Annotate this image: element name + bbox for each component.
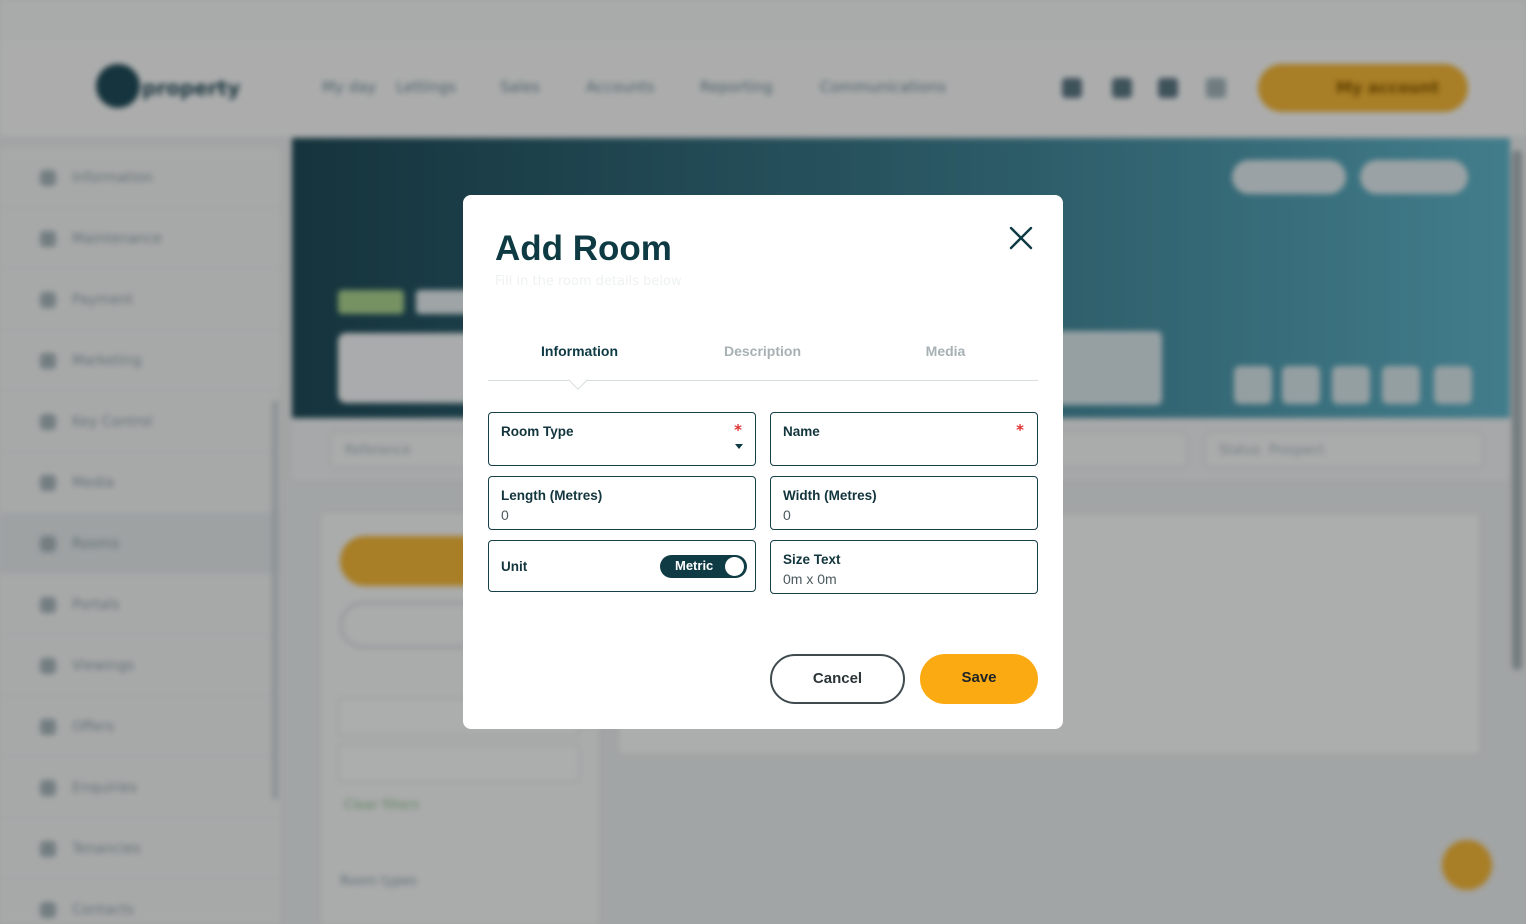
unit-field: Unit Metric xyxy=(488,540,756,592)
name-label: Name xyxy=(783,424,820,439)
required-marker: * xyxy=(734,421,742,439)
width-field[interactable]: Width (Metres) 0 xyxy=(770,476,1038,530)
tab-description[interactable]: Description xyxy=(671,343,854,359)
modal-subtitle: Fill in the room details below xyxy=(495,274,682,289)
name-field[interactable]: Name * xyxy=(770,412,1038,466)
size-text-value: 0m x 0m xyxy=(783,571,837,587)
room-type-select[interactable]: Room Type * xyxy=(488,412,756,466)
tab-information[interactable]: Information xyxy=(488,343,671,359)
width-value: 0 xyxy=(783,507,791,523)
close-icon[interactable] xyxy=(1006,223,1036,253)
size-text-label: Size Text xyxy=(783,552,841,567)
length-label: Length (Metres) xyxy=(501,488,603,503)
modal-tabs: Information Description Media xyxy=(488,331,1038,390)
add-room-modal: Add Room Fill in the room details below … xyxy=(463,195,1063,729)
save-button[interactable]: Save xyxy=(920,654,1038,704)
chevron-down-icon xyxy=(735,444,743,449)
room-type-label: Room Type xyxy=(501,424,574,439)
width-label: Width (Metres) xyxy=(783,488,877,503)
unit-toggle-label: Metric xyxy=(675,558,714,573)
unit-label: Unit xyxy=(501,559,528,574)
cancel-button[interactable]: Cancel xyxy=(770,654,905,704)
size-text-field[interactable]: Size Text 0m x 0m xyxy=(770,540,1038,594)
modal-title: Add Room xyxy=(495,229,672,268)
tab-media[interactable]: Media xyxy=(854,343,1037,359)
unit-toggle[interactable]: Metric xyxy=(660,555,747,578)
close-icon-svg xyxy=(1009,226,1033,250)
required-marker: * xyxy=(1016,421,1024,439)
active-tab-indicator xyxy=(568,370,588,390)
toggle-knob xyxy=(725,557,744,576)
length-value: 0 xyxy=(501,507,509,523)
length-field[interactable]: Length (Metres) 0 xyxy=(488,476,756,530)
